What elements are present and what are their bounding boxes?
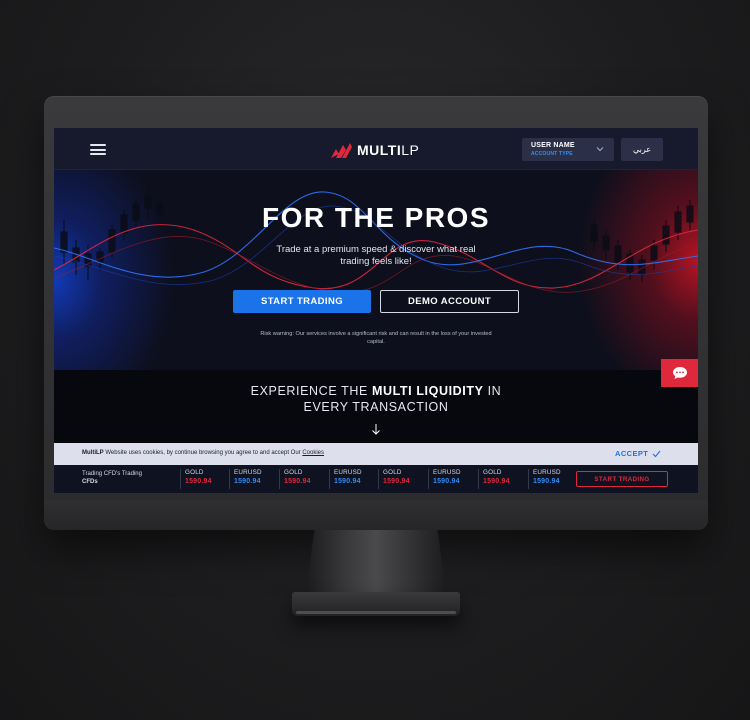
ticker-symbol: EURUSD	[334, 469, 362, 476]
check-icon	[652, 450, 661, 457]
ticker-price: 1590.94	[284, 478, 311, 485]
brand-logo[interactable]: MULTILP	[330, 140, 419, 160]
monitor-stand-base	[292, 592, 460, 616]
ticker-price: 1590.94	[334, 478, 361, 485]
ticker-item[interactable]: EURUSD 1590.94	[329, 469, 378, 489]
hero-title: FOR THE PROS	[261, 202, 490, 233]
cookies-link[interactable]: Cookies	[302, 450, 324, 456]
logo-text: MULTILP	[357, 142, 420, 158]
ticker-symbol: EURUSD	[433, 469, 461, 476]
cookie-bar: MultiLP Website uses cookies, by continu…	[54, 443, 698, 465]
logo-mark-icon	[331, 143, 352, 158]
accept-label: ACCEPT	[615, 449, 649, 458]
ticker-symbol: GOLD	[483, 469, 502, 476]
experience-heading-line1: EXPERIENCE THE MULTI LIQUIDITY IN	[250, 384, 502, 398]
chat-widget-button[interactable]	[661, 359, 698, 387]
arrow-down-icon[interactable]	[370, 423, 382, 435]
ticker-price: 1590.94	[483, 478, 510, 485]
account-type-label: ACCOUNT TYPE	[531, 151, 573, 157]
ticker-item[interactable]: EURUSD 1590.94	[428, 469, 477, 489]
demo-account-button[interactable]: DEMO ACCOUNT	[380, 290, 519, 313]
monitor-screen: MULTILP USER NAME ACCOUNT TYPE عربي FOR …	[54, 128, 698, 493]
cookie-message: MultiLP Website uses cookies, by continu…	[82, 450, 325, 456]
ticker-price: 1590.94	[234, 478, 261, 485]
user-name-label: USER NAME	[531, 142, 575, 149]
chat-bubble-icon	[672, 367, 687, 379]
ticker-symbol: GOLD	[284, 469, 303, 476]
hero-subtitle: Trade at a premium speed & discover what…	[276, 244, 476, 267]
ticker-item[interactable]: GOLD 1590.94	[478, 469, 527, 489]
language-switch-button[interactable]: عربي	[621, 138, 663, 161]
accept-cookies-button[interactable]: ACCEPT	[615, 449, 661, 458]
hamburger-icon[interactable]	[90, 144, 106, 155]
user-account-dropdown[interactable]: USER NAME ACCOUNT TYPE	[522, 138, 614, 161]
price-ticker: Trading CFD's Trading CFDs GOLD 1590.94 E…	[54, 465, 698, 493]
ticker-price: 1590.94	[185, 478, 212, 485]
ticker-price: 1590.94	[383, 478, 410, 485]
ticker-label: Trading CFD's Trading CFDs	[82, 471, 142, 485]
ticker-item[interactable]: GOLD 1590.94	[378, 469, 427, 489]
monitor-chin	[44, 500, 708, 530]
monitor-stand-neck	[306, 530, 446, 592]
experience-section: EXPERIENCE THE MULTI LIQUIDITY IN EVERY …	[54, 370, 698, 443]
hero-section: FOR THE PROS Trade at a premium speed & …	[54, 170, 698, 370]
ticker-symbol: EURUSD	[533, 469, 561, 476]
chevron-down-icon	[596, 147, 604, 152]
ticker-symbol: GOLD	[383, 469, 402, 476]
risk-warning-text: Risk warning: Our services involve a sig…	[260, 331, 492, 345]
ticker-symbol: EURUSD	[234, 469, 262, 476]
experience-heading-line2: EVERY TRANSACTION	[303, 400, 449, 414]
ticker-start-trading-button[interactable]: START TRADING	[576, 471, 668, 487]
ticker-price: 1590.94	[433, 478, 460, 485]
top-navigation-bar: MULTILP USER NAME ACCOUNT TYPE عربي	[54, 128, 698, 170]
ticker-item[interactable]: EURUSD 1590.94	[528, 469, 577, 489]
ticker-price: 1590.94	[533, 478, 560, 485]
start-trading-button[interactable]: START TRADING	[233, 290, 371, 313]
ticker-item[interactable]: EURUSD 1590.94	[229, 469, 278, 489]
ticker-symbol: GOLD	[185, 469, 204, 476]
ticker-item[interactable]: GOLD 1590.94	[279, 469, 328, 489]
ticker-item[interactable]: GOLD 1590.94	[180, 469, 229, 489]
